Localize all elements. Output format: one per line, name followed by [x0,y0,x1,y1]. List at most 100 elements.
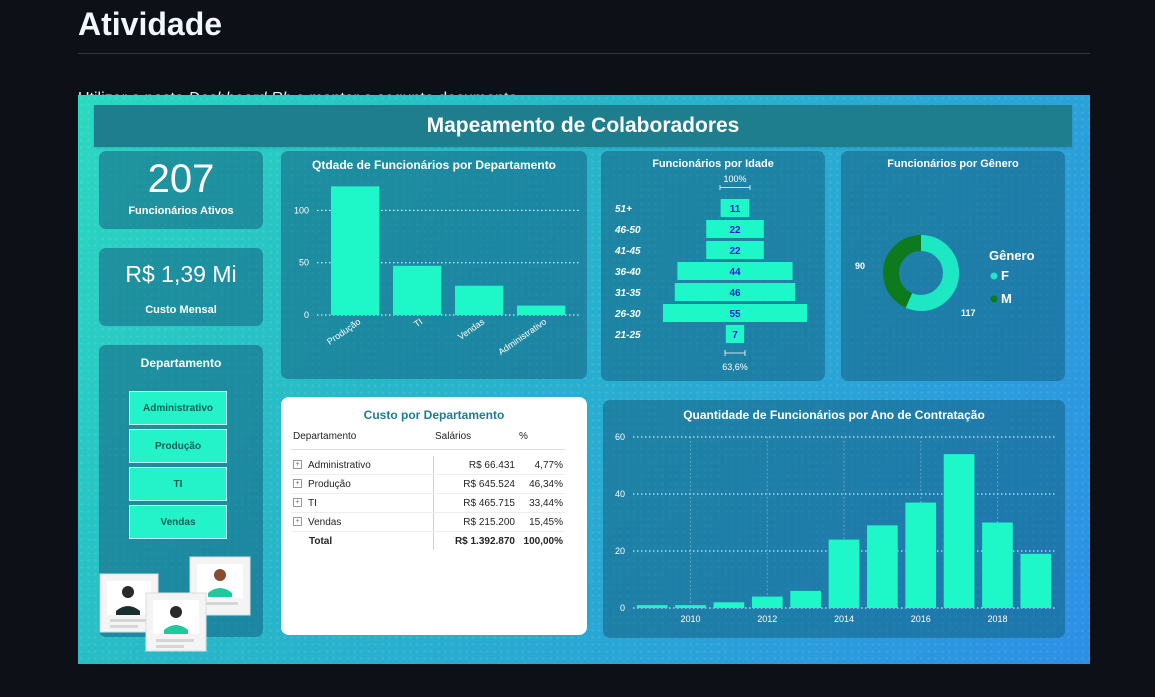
age-bar-value: 11 [730,204,741,215]
x-tick-label: 2016 [911,614,931,624]
bar[interactable] [828,539,860,608]
cost-table-title: Custo por Departamento [363,408,505,422]
row-percent: 4,77% [517,456,565,475]
bar[interactable] [867,525,898,608]
y-tick-label: 60 [615,432,625,442]
y-tick-label: 0 [620,603,625,613]
y-tick-label: 0 [304,310,309,320]
people-illustration [99,556,251,652]
age-chart-panel: Funcionários por Idade 100% 51+ 11 46-50 22 4… [601,151,825,381]
year-chart-panel: Quantidade de Funcionários por Ano de Co… [603,400,1065,638]
table-row: + Administrativo R$ 66.431 4,77% [291,456,565,475]
age-bar-value: 44 [729,267,741,278]
age-bar-value: 22 [729,225,741,236]
total-label: Total [291,531,434,550]
dashboard-image: Mapeamento de Colaboradores 207 Funcioná… [78,95,1090,664]
bottom-annotation: 63,6% [722,362,748,372]
bar[interactable] [331,186,380,315]
y-tick-label: 20 [615,546,625,556]
row-salary: R$ 66.431 [433,456,517,475]
col-header-salary[interactable]: Salários [433,430,517,450]
row-percent: 46,34% [517,474,565,494]
age-band-label: 51+ [615,204,632,215]
col-header-percent[interactable]: % [517,430,565,450]
kpi-employees-label: Funcionários Ativos [128,205,234,217]
table-row: + Produção R$ 645.524 46,34% [291,474,565,494]
slicer-item-ti[interactable]: TI [129,467,227,501]
slicer-item-vendas[interactable]: Vendas [129,505,227,539]
row-department: TI [308,497,317,509]
expand-icon[interactable]: + [293,498,302,508]
slicer-item-producao[interactable]: Produção [129,429,227,463]
expand-icon[interactable]: + [293,460,302,470]
bar[interactable] [713,602,745,608]
legend-marker [990,272,998,280]
bar[interactable] [943,454,975,608]
title-divider [78,53,1090,54]
row-percent: 15,45% [517,512,565,532]
year-bar-chart: 0 20 40 60 2010 2012 2014 2016 2018 [615,432,1055,624]
kpi-employees-value: 207 [147,157,215,201]
age-bar-value: 46 [729,288,741,299]
table-row: + Vendas R$ 215.200 15,45% [291,512,565,532]
row-salary: R$ 215.200 [433,512,517,532]
bottom-bracket [724,350,746,356]
bar[interactable] [393,265,442,315]
slicer-item-administrativo[interactable]: Administrativo [129,391,227,425]
bar[interactable] [455,285,504,315]
bar[interactable] [675,605,706,608]
slice-label-m: 90 [855,261,865,271]
x-tick-label: 2014 [834,614,854,624]
age-bar-value: 7 [732,330,738,341]
col-header-department[interactable]: Departamento [291,430,433,450]
bar[interactable] [751,596,783,608]
legend-label[interactable]: F [1001,268,1009,283]
y-tick-label: 40 [615,489,625,499]
profile-card-center [145,592,207,652]
row-percent: 33,44% [517,493,565,513]
page-title: Atividade [78,6,223,42]
x-tick-label: 2018 [987,614,1007,624]
age-band-label: 46-50 [614,225,641,236]
age-funnel-chart: 100% 51+ 11 46-50 22 41-45 22 36-40 44 31-35 46 26-… [614,174,807,372]
age-band-label: 36-40 [615,267,641,278]
bar[interactable] [1020,553,1052,608]
cost-table-panel: Custo por Departamento Departamento Salá… [281,397,587,635]
age-band-label: 21-25 [614,330,641,341]
gender-chart-panel: Funcionários por Gênero 117 90 Gênero F M [841,151,1065,381]
age-band-label: 41-45 [614,246,641,257]
top-annotation: 100% [723,174,746,184]
bar[interactable] [982,522,1013,609]
x-tick-label: Produção [325,316,362,346]
age-band-label: 26-30 [614,309,641,320]
kpi-cost-value: R$ 1,39 Mi [125,261,237,287]
kpi-cost-label: Custo Mensal [145,304,217,316]
age-bar-value: 55 [729,309,741,320]
bar[interactable] [636,605,668,608]
dept-chart-panel: Qtdade de Funcionários por Departamento … [281,151,587,379]
cost-table: Departamento Salários % + Administrativo … [291,430,565,550]
total-percent: 100,00% [523,535,563,547]
bar[interactable] [905,502,937,608]
row-salary: R$ 645.524 [433,474,517,494]
age-bar-value: 22 [729,246,741,257]
top-bracket [719,185,751,190]
gender-donut-chart: 117 90 Gênero FM [855,235,1035,318]
dashboard-banner: Mapeamento de Colaboradores [94,105,1072,147]
legend-label[interactable]: M [1001,291,1012,306]
kpi-cost-card: R$ 1,39 Mi Custo Mensal [99,248,263,326]
dept-bar-chart: 0 50 100 Produção TI Vendas Administrativo [294,186,579,357]
legend-title: Gênero [989,248,1035,263]
expand-icon[interactable]: + [293,517,302,527]
bar[interactable] [517,305,566,315]
y-tick-label: 50 [299,258,309,268]
table-row: + TI R$ 465.715 33,44% [291,493,565,513]
legend-marker [990,295,998,303]
x-tick-label: Administrativo [496,316,548,357]
bar[interactable] [790,590,821,608]
kpi-employees-card: 207 Funcionários Ativos [99,151,263,229]
age-band-label: 31-35 [615,288,641,299]
expand-icon[interactable]: + [293,479,302,489]
total-salary: R$ 1.392.870 [454,535,515,547]
x-tick-label: 2010 [681,614,701,624]
